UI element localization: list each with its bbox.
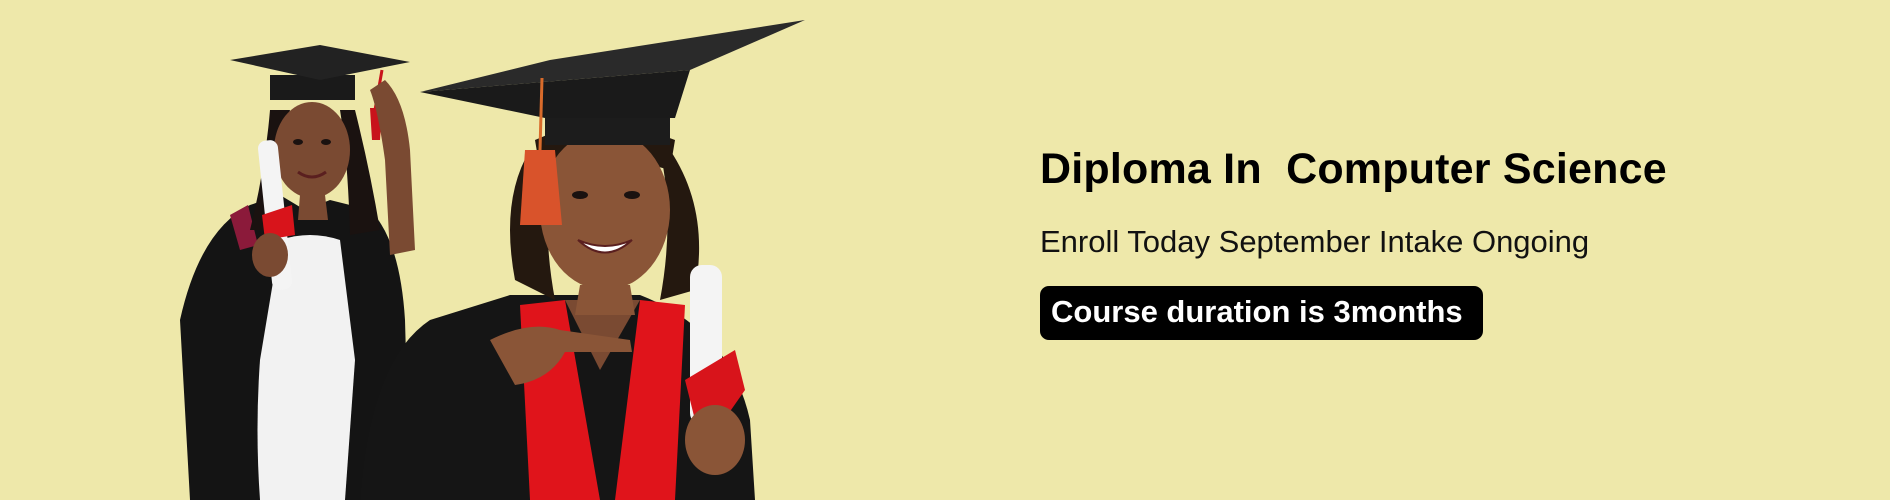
duration-badge: Course duration is 3months [1040, 286, 1483, 340]
graduates-photo [170, 0, 930, 500]
graduate-right [360, 20, 805, 500]
enrollment-text: Enroll Today September Intake Ongoing [1040, 224, 1590, 259]
headline: Diploma In Computer Science [1040, 145, 1667, 193]
hero-banner: Diploma In Computer Science Enroll Today… [0, 0, 1890, 500]
promo-text: Diploma In Computer Science Enroll Today… [1040, 145, 1800, 340]
